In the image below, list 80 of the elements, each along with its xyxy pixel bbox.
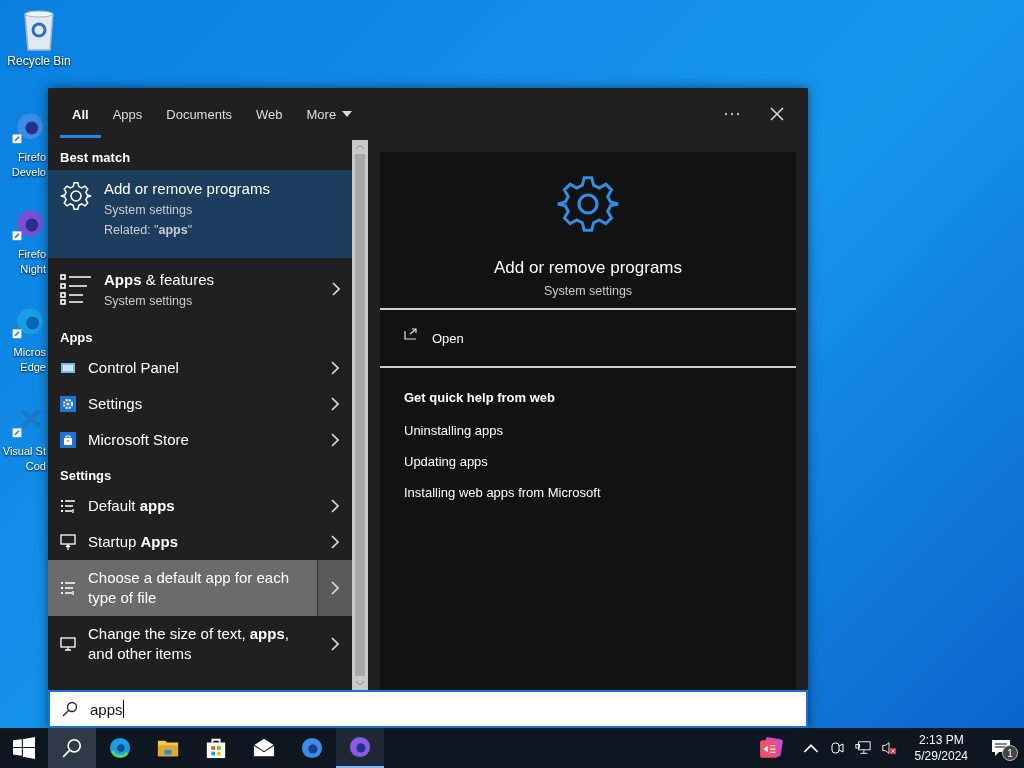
store-bag-icon [205, 737, 227, 759]
browser-icon [301, 737, 323, 759]
windows-logo-icon [13, 737, 35, 759]
desktop-icon-label[interactable]: Visual St Cod [2, 444, 46, 474]
search-field[interactable]: apps [48, 690, 808, 728]
result-title: Choose a default app for each type of file [88, 568, 290, 608]
camera-icon[interactable] [828, 740, 845, 756]
caret-icon [342, 111, 353, 117]
filter-tab[interactable]: Apps [100, 88, 155, 140]
help-link[interactable]: Updating apps [404, 454, 488, 469]
help-heading: Get quick help from web [404, 390, 555, 405]
preview-title: Add or remove programs [494, 258, 682, 278]
desktop-icon-label[interactable]: Firefo Night [17, 247, 46, 277]
muted-speaker-icon[interactable] [880, 740, 897, 756]
result-item[interactable]: Settings [48, 386, 352, 422]
chevron-right-icon[interactable] [331, 433, 339, 447]
section-heading: Apps [59, 329, 94, 347]
taskbar-button[interactable] [48, 728, 96, 768]
chevron-right-icon[interactable] [331, 361, 339, 375]
list-icon [60, 273, 92, 305]
result-item[interactable]: Default apps [48, 488, 352, 524]
result-item[interactable]: Apps & features System settings [48, 258, 352, 320]
result-subtitle: System settings [104, 293, 194, 308]
search-icon [62, 701, 78, 717]
result-title: Settings [88, 394, 144, 414]
desktop-icon-label[interactable]: Recycle Bin [7, 54, 71, 69]
help-link[interactable]: Installing web apps from Microsoft [404, 485, 601, 500]
browser-icon [349, 736, 371, 758]
chevron-right-icon[interactable] [331, 499, 339, 513]
result-item[interactable]: Control Panel [48, 350, 352, 386]
result-item[interactable]: Startup Apps [48, 524, 352, 560]
help-link[interactable]: Uninstalling apps [404, 423, 503, 438]
browser-icon [109, 737, 131, 759]
result-item[interactable]: Change the size of text, apps, and other items [48, 616, 352, 672]
result-item[interactable]: Choose a default app for each type of file [48, 560, 352, 616]
clock[interactable]: 2:13 PM 5/29/2024 [906, 732, 976, 764]
close-icon[interactable] [770, 107, 784, 121]
filter-tab[interactable]: More [294, 88, 365, 140]
result-title: Default apps [88, 496, 176, 516]
chevron-right-icon[interactable] [331, 637, 339, 651]
result-title: Control Panel [88, 358, 180, 378]
section-heading: Best match [59, 149, 132, 167]
search-icon [61, 737, 83, 759]
clock-date: 5/29/2024 [914, 748, 968, 764]
notification-badge: 1 [1002, 745, 1018, 761]
best-match-result[interactable]: Add or remove programs System settings Related: "apps" [48, 170, 352, 258]
filter-tab[interactable]: Web [244, 88, 295, 140]
open-external-icon [404, 328, 418, 340]
clock-time: 2:13 PM [918, 732, 964, 748]
desktop-icon-label[interactable]: Firefo Develo [11, 150, 46, 180]
more-options-icon[interactable] [724, 112, 740, 116]
list-icon [60, 498, 76, 514]
open-button[interactable]: Open [380, 310, 488, 366]
monitor-icon [60, 636, 76, 652]
gear-icon [60, 180, 92, 212]
filter-tab[interactable]: Documents [154, 88, 244, 140]
section-heading: Settings [59, 467, 113, 485]
result-title: Microsoft Store [88, 430, 190, 450]
app-tray-icon[interactable] [758, 737, 783, 759]
monitor-icon [60, 534, 76, 550]
chevron-right-icon[interactable] [332, 282, 340, 296]
store-bag-icon [60, 432, 76, 448]
result-title: Apps & features [104, 270, 216, 288]
control-panel-icon [60, 360, 76, 376]
list-icon [60, 580, 76, 596]
result-title: Change the size of text, apps, and other items [88, 624, 290, 664]
result-item[interactable]: Microsoft Store [48, 422, 352, 458]
network-icon[interactable] [854, 740, 871, 756]
taskbar-button[interactable] [336, 728, 384, 768]
mail-icon [253, 737, 275, 759]
chevron-right-icon[interactable] [331, 397, 339, 411]
chevron-right-icon[interactable] [331, 535, 339, 549]
result-title: Add or remove programs [104, 180, 271, 197]
result-title: Startup Apps [88, 532, 180, 552]
related-text: Related: "apps" [104, 223, 194, 237]
desktop-icon-label[interactable]: Micros Edge [13, 345, 46, 375]
result-subtitle: System settings [104, 203, 194, 217]
gear-icon [60, 396, 76, 412]
preview-subtitle: System settings [543, 284, 633, 298]
filter-tab[interactable]: All [60, 88, 101, 140]
